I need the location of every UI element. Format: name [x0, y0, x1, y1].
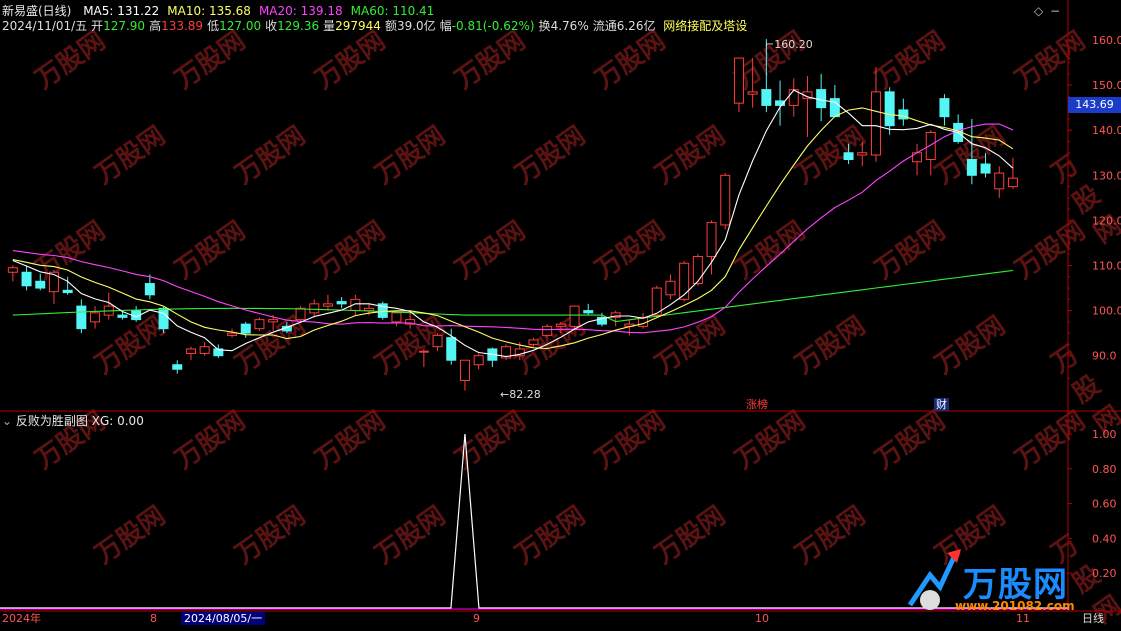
candle-body [295, 307, 306, 321]
current-price-tag: 143.69 [1068, 97, 1121, 113]
ytick-label: 120.0 [1092, 214, 1121, 227]
candle-body [446, 337, 457, 361]
candle-body [322, 303, 333, 307]
candle-body [336, 301, 347, 305]
candle-body [692, 255, 703, 285]
candle-body [925, 131, 936, 161]
ytick-label: 130.0 [1092, 169, 1121, 182]
period-label[interactable]: 日线 [1082, 612, 1104, 625]
candle-body [528, 339, 539, 345]
axis-cursor-date: 2024/08/05/一 [181, 612, 266, 625]
sub-panel-title: 反败为胜副图 [15, 414, 88, 428]
candle-body [994, 172, 1005, 190]
sub-ytick-label: 0.60 [1092, 498, 1117, 511]
candle-body [418, 350, 429, 353]
candle-body [7, 267, 18, 273]
axis-label-year: 2024年 [2, 612, 41, 625]
candle-body [309, 303, 320, 314]
candle-body [76, 305, 87, 330]
high-price-marker: ⌐160.20 [765, 38, 813, 51]
sub-ytick-label: 0.40 [1092, 532, 1117, 545]
candle-body [117, 314, 128, 318]
low-price-marker: ←82.28 [500, 388, 541, 401]
candle-body [679, 262, 690, 300]
chevron-down-icon[interactable]: ⌄ [2, 414, 12, 428]
brand-url: www.201082.com [955, 599, 1075, 613]
candle-body [254, 319, 265, 330]
candle-body [665, 280, 676, 296]
sub-panel-header: ⌄ 反败为胜副图 XG: 0.00 [2, 414, 144, 428]
candle-body [569, 305, 580, 327]
candle-body [21, 271, 32, 287]
candle-body [857, 152, 868, 156]
candle-body [555, 323, 566, 327]
sub-ytick-label: 0.80 [1092, 463, 1117, 476]
candle-body [90, 312, 101, 323]
candle-body [391, 312, 402, 323]
candle-body [542, 325, 553, 336]
candle-body [1007, 177, 1018, 188]
candle-body [816, 89, 827, 109]
kline-chart[interactable]: 90.0 100.0 110.0 120.0 130.0 140.0 150.0 160.0 0… [0, 0, 1121, 623]
candle-body [185, 348, 196, 354]
axis-label-sep: 9 [473, 612, 480, 625]
candle-body [240, 323, 251, 334]
candle-body [144, 283, 155, 296]
ytick-label: 100.0 [1092, 305, 1121, 318]
axis-label-nov: 11 [1016, 612, 1030, 625]
candle-body [761, 89, 772, 106]
candle-body [884, 91, 895, 127]
ytick-label: 140.0 [1092, 124, 1121, 137]
candle-body [720, 174, 731, 226]
candle-body [747, 91, 758, 95]
event-label-limit-up[interactable]: 涨榜 [746, 398, 768, 411]
candle-body [843, 152, 854, 161]
candle-body [172, 364, 183, 370]
candle-body [583, 310, 594, 314]
ytick-label: 150.0 [1092, 79, 1121, 92]
candle-body [364, 307, 375, 312]
xg-value-label: XG: 0.00 [91, 414, 144, 428]
candle-body [158, 307, 169, 330]
axis-label-aug: 8 [150, 612, 157, 625]
candle-body [35, 280, 46, 289]
candle-body [199, 346, 210, 354]
candle-body [432, 334, 443, 348]
candle-body [966, 159, 977, 176]
candle-body [268, 319, 279, 323]
candle-body [706, 222, 717, 257]
candle-body [62, 289, 73, 294]
candle-body [939, 98, 950, 118]
axis-label-oct: 10 [755, 612, 769, 625]
candle-body [980, 163, 991, 174]
candle-body [473, 355, 484, 366]
candle-body [459, 359, 470, 382]
event-label-finance[interactable]: 财 [934, 398, 949, 411]
sub-ytick-label: 0.20 [1092, 567, 1117, 580]
ytick-label: 110.0 [1092, 260, 1121, 273]
candle-body [870, 91, 881, 156]
sub-ytick-label: 1.00 [1092, 428, 1117, 441]
ytick-label: 160.0 [1092, 34, 1121, 47]
candle-body [227, 332, 238, 336]
candle-body [48, 271, 59, 293]
ytick-label: 90.0 [1092, 350, 1117, 363]
candle-body [733, 57, 744, 104]
